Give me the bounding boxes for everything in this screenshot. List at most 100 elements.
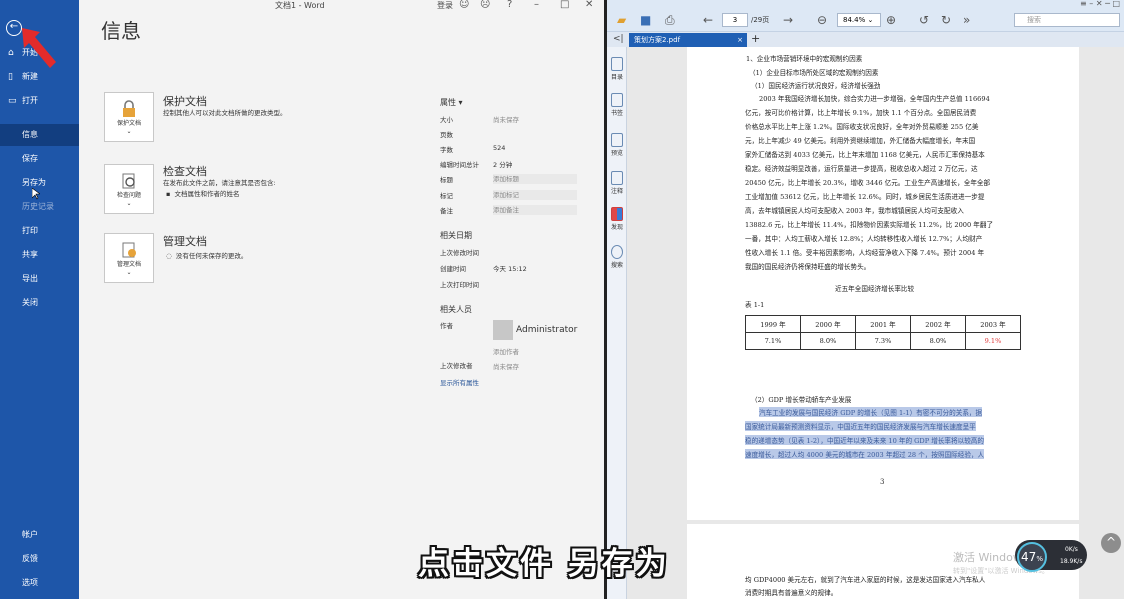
discover-icon <box>611 207 623 221</box>
nav-account[interactable]: 帐户 <box>0 524 79 546</box>
avatar <box>493 320 513 340</box>
table-row: 7.1% 8.0% 7.3% 8.0% 9.1% <box>745 332 1021 350</box>
table-row: 1999 年 2000 年 2001 年 2002 年 2003 年 <box>745 315 1021 333</box>
nav-export[interactable]: 导出 <box>0 268 79 290</box>
word-info-pane <box>79 0 604 599</box>
highlighted-text-line[interactable]: 速度增长，超过人均 4000 美元的城市在 2003 年超过 28 个，按照国际… <box>745 449 985 459</box>
text-line: 高，去年城镇居民人均可支配收入 2003 年，我市城镇居民人均可支配收入 <box>745 207 964 215</box>
sidebar-search[interactable]: 搜索 <box>607 245 627 269</box>
table-cell: 2002 年 <box>910 315 966 333</box>
help-icon[interactable]: ? <box>507 0 512 10</box>
text-line: 元，比上年减少 49 亿美元。利用外资继续增加，外汇储备大幅度增长，年末国 <box>745 137 976 145</box>
highlighted-text-line[interactable]: 稳的递增态势（见表 1-2），中国近年以来及未来 10 年的 GDP 增长率将以… <box>745 435 984 445</box>
mouse-cursor-icon <box>32 188 40 200</box>
text-line: 我国的国民经济仍将保持旺盛的增长势头。 <box>745 263 871 271</box>
highlighted-text-line[interactable]: 国家统计局最新预测资料显示，中国近五年的国民经济发展与汽车增长速度呈平 <box>745 421 976 431</box>
dates-created-value: 今天 15:12 <box>493 265 527 273</box>
nav-options[interactable]: 选项 <box>0 572 79 594</box>
dates-printed-label: 上次打印时间 <box>440 281 479 289</box>
prop-pages-label: 页数 <box>440 131 453 139</box>
prop-comments-label: 备注 <box>440 207 453 215</box>
nav-share[interactable]: 共享 <box>0 244 79 266</box>
manage-title: 管理文档 <box>163 235 207 248</box>
notes-icon <box>611 171 623 185</box>
red-arrow-annotation-icon <box>22 28 56 68</box>
last-modified-by-value: 尚未保存 <box>493 363 519 371</box>
prop-words-value: 524 <box>493 144 506 152</box>
rotate-right-icon[interactable]: ↻ <box>941 13 951 27</box>
maximize-icon[interactable]: □ <box>560 0 569 10</box>
sidebar-toc[interactable]: 目录 <box>607 57 627 81</box>
text-line: 价格总水平比上年上涨 1.2%。国际收支状况良好，全年对外贸易顺差 255 亿美 <box>745 123 979 131</box>
page-number: 3 <box>880 478 885 486</box>
zoom-out-icon[interactable]: ⊖ <box>817 13 827 27</box>
table-cell: 7.1% <box>745 332 801 350</box>
save-icon[interactable]: ■ <box>640 13 651 27</box>
nav-save[interactable]: 保存 <box>0 148 79 170</box>
protect-document-button[interactable]: 保护文档 ⌄ <box>104 92 154 142</box>
check-issues-button[interactable]: 检查问题 ⌄ <box>104 164 154 214</box>
word-window-title: 文档1 - Word <box>275 1 325 10</box>
show-all-properties-link[interactable]: 显示所有属性 <box>440 377 479 387</box>
scroll-to-top-button[interactable]: ^ <box>1101 533 1121 553</box>
print-icon[interactable]: ⎙ <box>665 13 675 27</box>
page-title: 信息 <box>101 19 141 43</box>
tab-document[interactable]: 策划方案2.pdf × <box>629 33 747 47</box>
nav-close[interactable]: 关闭 <box>0 292 79 314</box>
frown-feedback-icon[interactable]: ☹ <box>480 0 490 10</box>
table-cell: 2001 年 <box>855 315 911 333</box>
table-cell: 2000 年 <box>800 315 856 333</box>
text-line: 1、企业市场营销环境中的宏观制约因素 <box>746 55 863 63</box>
prev-page-icon[interactable]: ← <box>703 13 713 27</box>
minimize-icon[interactable]: – <box>534 0 539 10</box>
protect-title: 保护文档 <box>163 95 207 108</box>
inspect-title: 检查文档 <box>163 165 207 178</box>
collapse-sidebar-icon[interactable]: <| <box>613 34 624 44</box>
pdf-toolbar: ▰ ■ ⎙ ← 3 /29页 → ⊖ 84.4% ⌄ ⊕ ↺ ↻ » 搜索 ≡ … <box>607 0 1124 32</box>
zoom-in-icon[interactable]: ⊕ <box>886 13 896 27</box>
new-tab-icon[interactable]: + <box>751 32 760 45</box>
text-line: 工业增加值 53612 亿元，比上年增长 12.6%。同时，城乡居民生活质进进一… <box>745 193 985 201</box>
highlighted-text-line[interactable]: 汽车工业的发展与国民经济 GDP 的增长（见图 1-1）有密不可分的关系，据 <box>759 407 983 417</box>
prop-tags-label: 标记 <box>440 192 453 200</box>
sidebar-preview[interactable]: 预览 <box>607 133 627 157</box>
prop-edit-time-value: 2 分钟 <box>493 161 513 169</box>
nav-info[interactable]: 信息 <box>0 124 79 146</box>
zoom-select[interactable]: 84.4% ⌄ <box>837 13 881 27</box>
manage-document-button[interactable]: 管理文档 ⌄ <box>104 233 154 283</box>
rotate-left-icon[interactable]: ↺ <box>919 13 929 27</box>
preview-icon <box>611 133 623 147</box>
page-number-input[interactable]: 3 <box>722 13 748 27</box>
nav-feedback[interactable]: 反馈 <box>0 548 79 570</box>
close-icon[interactable]: ✕ <box>585 0 593 10</box>
prop-size-value: 尚未保存 <box>493 116 519 124</box>
more-icon[interactable]: » <box>963 13 970 27</box>
nav-print[interactable]: 打印 <box>0 220 79 242</box>
text-line: 消费时期具有普遍意义的规律。 <box>745 589 838 597</box>
login-link[interactable]: 登录 <box>437 0 453 11</box>
sidebar-bookmarks[interactable]: 书签 <box>607 93 627 117</box>
properties-header[interactable]: 属性 ▾ <box>440 97 463 108</box>
table-cell: 8.0% <box>800 332 856 350</box>
prop-comments-field[interactable]: 添加备注 <box>493 205 577 215</box>
add-author-link[interactable]: 添加作者 <box>493 346 519 356</box>
prop-tags-field[interactable]: 添加标记 <box>493 190 577 200</box>
close-tab-icon[interactable]: × <box>737 33 743 47</box>
word-backstage-nav: ← ⌂ 开始 ▯ 新建 ▭ 打开 信息 保存 另存为 历史记录 打印 共享 导出 关闭… <box>0 0 79 599</box>
next-page-icon[interactable]: → <box>783 13 793 27</box>
window-controls-icon[interactable]: ≡ – ✕ ─ □ <box>1080 0 1120 8</box>
smile-feedback-icon[interactable]: ☺ <box>459 0 469 10</box>
video-subtitle: 点击文件 另存为 <box>418 546 670 582</box>
prop-title-field[interactable]: 添加标题 <box>493 174 577 184</box>
pdf-reader-window: ▰ ■ ⎙ ← 3 /29页 → ⊖ 84.4% ⌄ ⊕ ↺ ↻ » 搜索 ≡ … <box>607 0 1124 599</box>
sidebar-discover[interactable]: 发现 <box>607 207 627 231</box>
sidebar-notes[interactable]: 注释 <box>607 171 627 195</box>
pdf-page: 1、企业市场营销环境中的宏观制约因素 （1）企业目标市场所处区域的宏观制约因素 … <box>687 47 1079 520</box>
search-input[interactable]: 搜索 <box>1014 13 1120 27</box>
nav-open[interactable]: ▭ 打开 <box>0 90 79 112</box>
dates-header: 相关日期 <box>440 231 472 240</box>
last-modified-by-label: 上次修改者 <box>440 362 473 370</box>
dates-created-label: 创建时间 <box>440 265 466 273</box>
text-line: 13882.6 元，比上年增长 11.4%，扣除物价因素实际增长 11.2%，比… <box>745 221 994 229</box>
open-folder-icon[interactable]: ▰ <box>617 13 626 27</box>
